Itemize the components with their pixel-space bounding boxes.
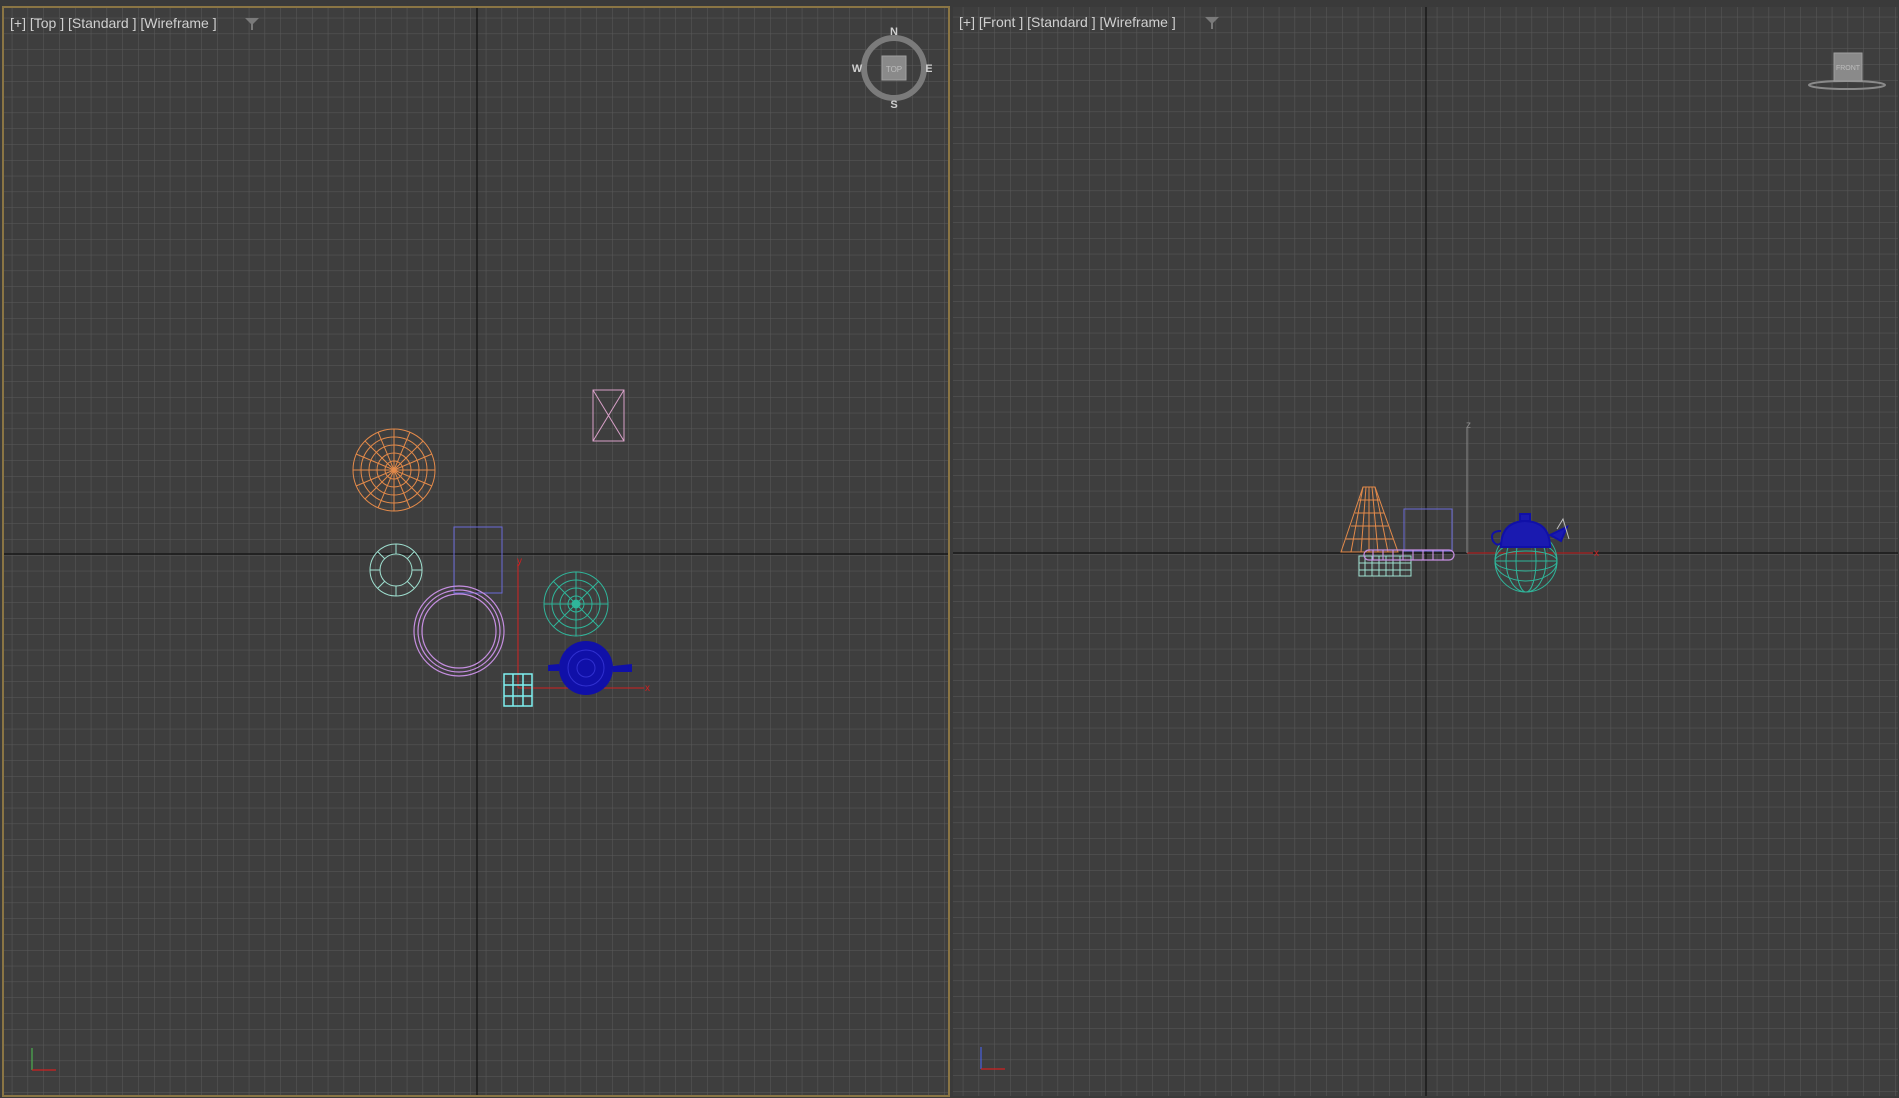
orange-sphere-object — [352, 428, 436, 512]
compass-e: E — [925, 63, 932, 75]
top-shading-menu[interactable]: [Standard ] — [68, 15, 137, 31]
teal-geosphere-object — [543, 571, 609, 637]
gizmo-x-label: x — [645, 683, 650, 694]
front-view-menu[interactable]: [Front ] — [979, 14, 1023, 30]
front-grid: z x — [953, 7, 1898, 1096]
compass-s: S — [890, 99, 897, 110]
front-plus-menu[interactable]: [+] — [959, 14, 975, 30]
top-plus-menu[interactable]: [+] — [10, 15, 26, 31]
compass-w: W — [852, 63, 863, 75]
viewcube-front[interactable]: FRONT — [1805, 45, 1889, 95]
top-display-menu[interactable]: [Wireframe ] — [140, 15, 216, 31]
front-shading-menu[interactable]: [Standard ] — [1027, 14, 1096, 30]
front-gizmo-z-label: z — [1466, 420, 1471, 431]
viewport-top[interactable]: y x [+] [Top ] [Standard ] [Wireframe ] — [2, 6, 950, 1097]
compass-n: N — [890, 26, 898, 38]
top-grid: y x — [4, 8, 948, 1095]
front-viewport-label: [+] [Front ] [Standard ] [Wireframe ] — [959, 14, 1176, 30]
viewcube-compass[interactable]: TOP N S W E — [852, 26, 932, 110]
front-display-menu[interactable]: [Wireframe ] — [1100, 14, 1176, 30]
front-gizmo-x-label: x — [1594, 548, 1599, 559]
gizmo-y-label: y — [517, 556, 522, 567]
top-viewport-label: [+] [Top ] [Standard ] [Wireframe ] — [10, 15, 217, 31]
top-filter-icon[interactable] — [244, 17, 260, 31]
front-filter-icon[interactable] — [1204, 16, 1220, 30]
viewport-front[interactable]: z x [+] [Front ] [Standard ] [Wireframe … — [952, 6, 1899, 1097]
viewcube-front-face-label: FRONT — [1836, 65, 1861, 72]
viewcube-face-label: TOP — [886, 65, 902, 74]
top-view-menu[interactable]: [Top ] — [30, 15, 64, 31]
